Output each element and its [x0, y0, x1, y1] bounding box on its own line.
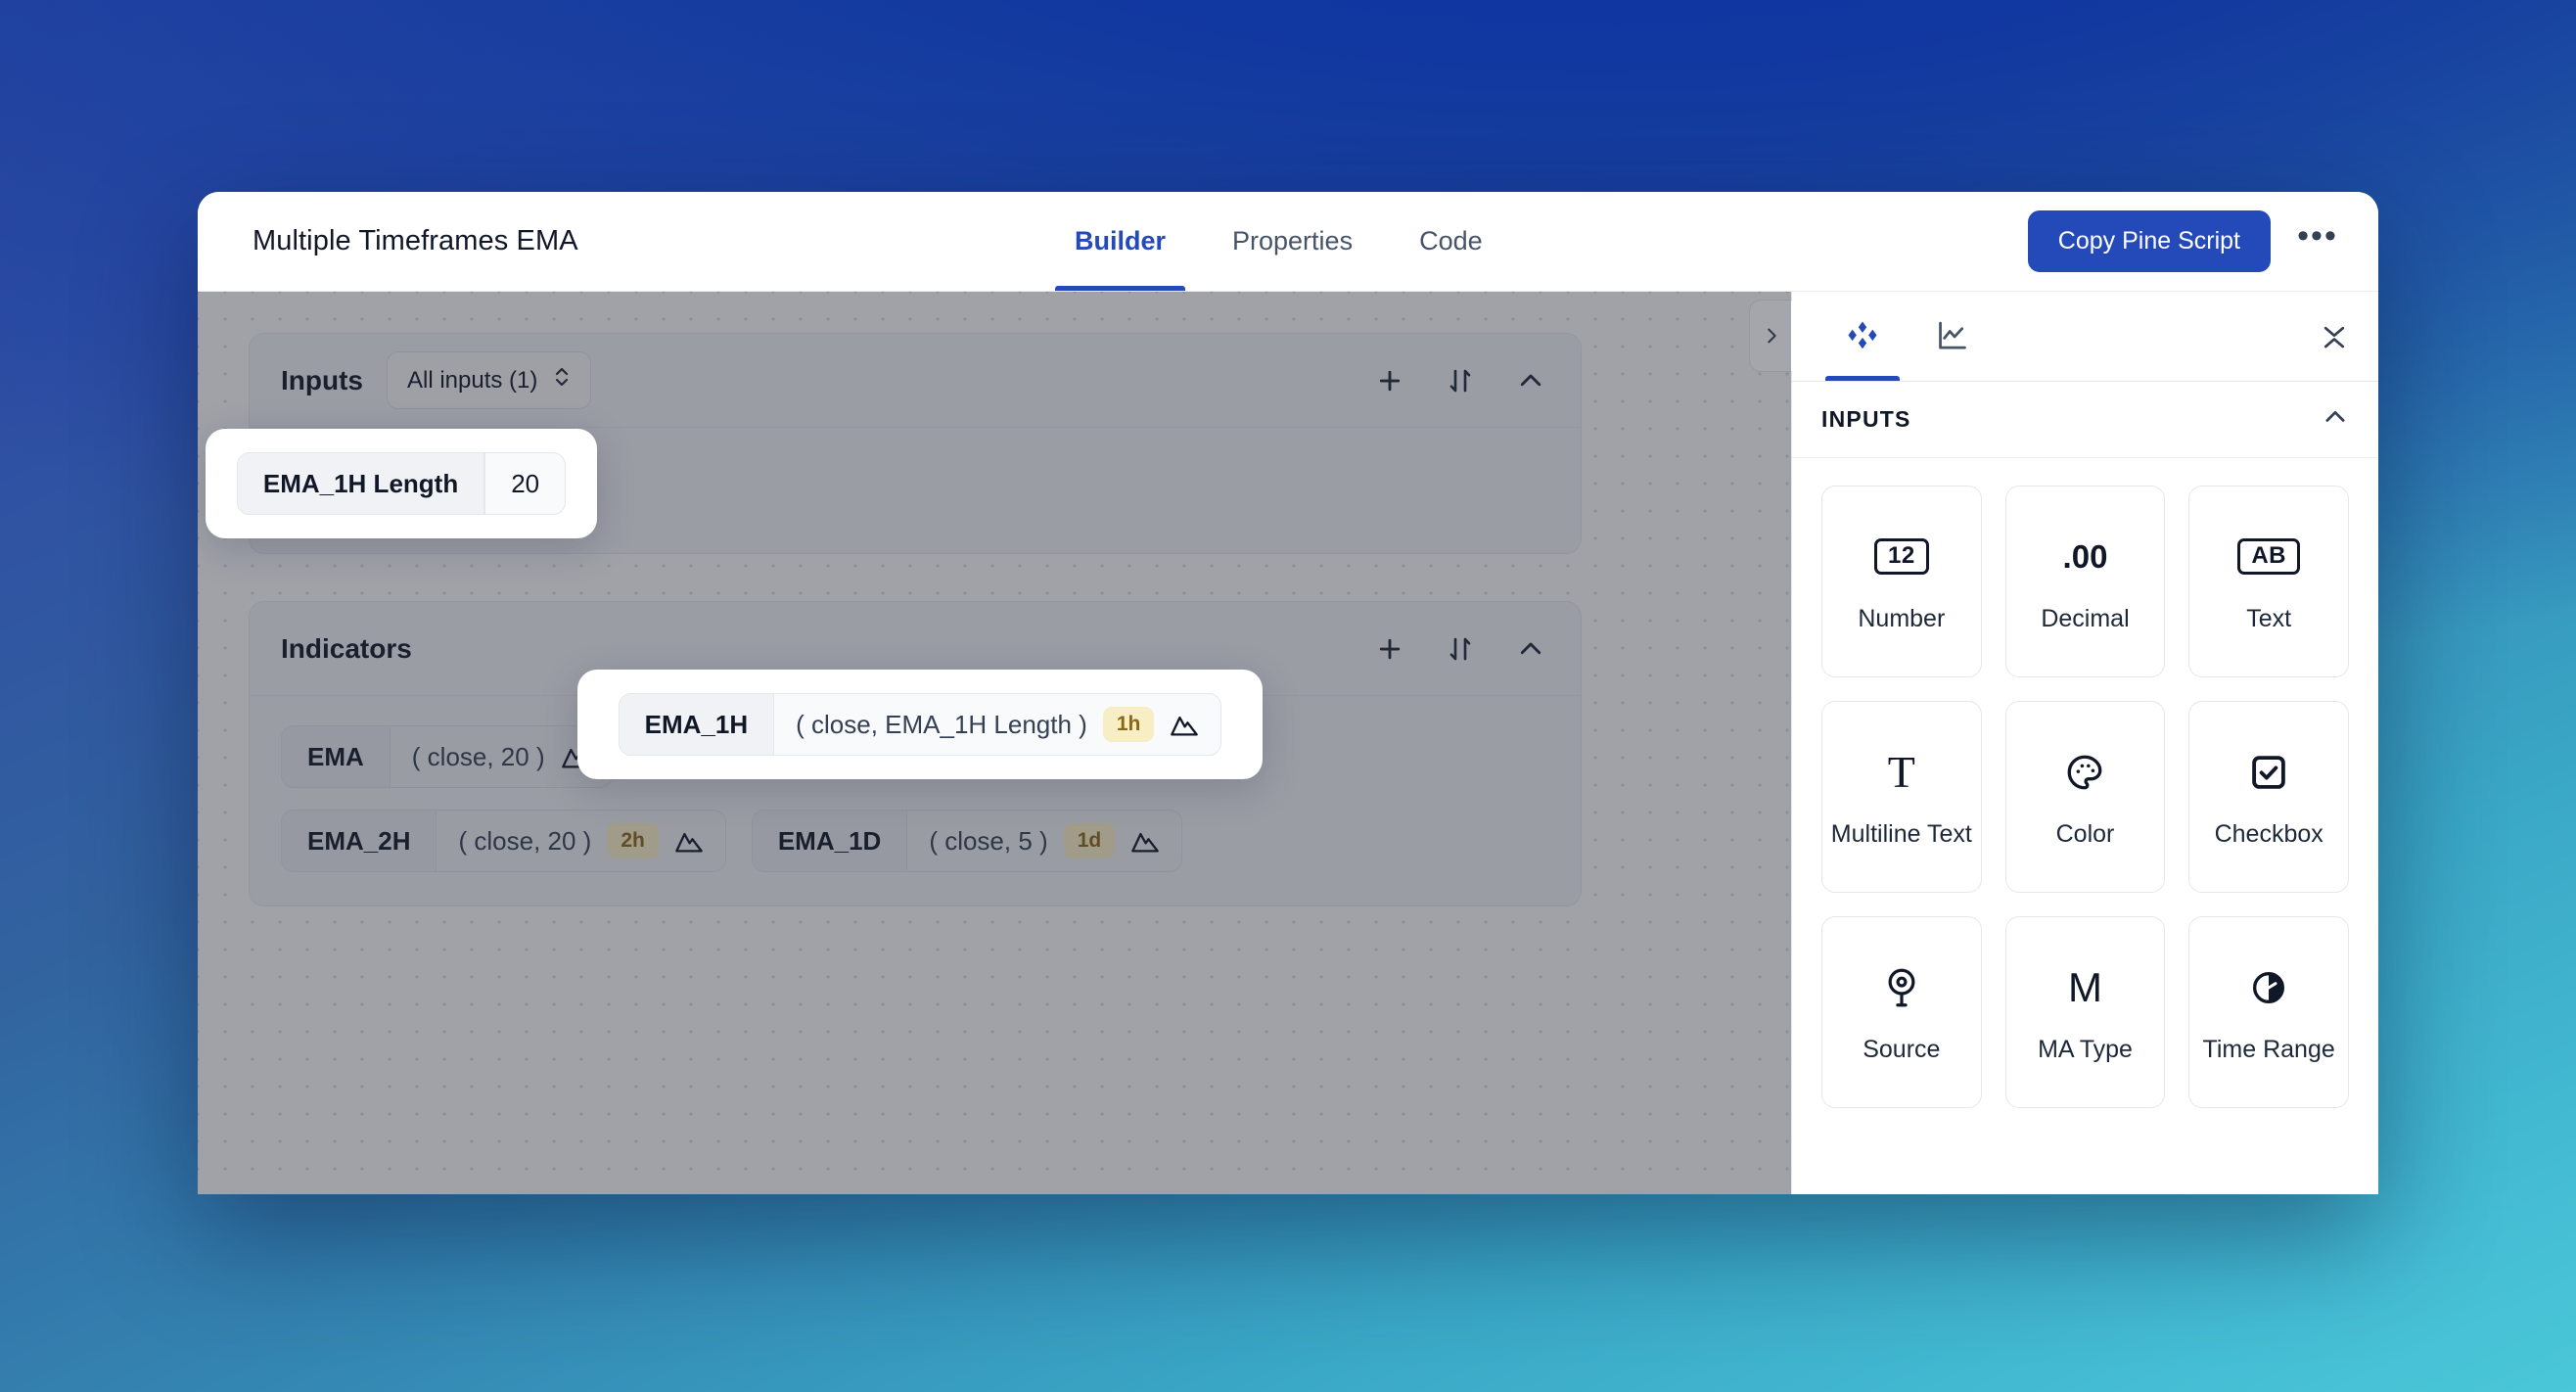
input-type-tiles: 12 Number .00 Decimal AB Text T Multiline Text C…	[1792, 458, 2378, 1194]
inputs-group-actions	[1369, 360, 1551, 401]
tile-label: Decimal	[2041, 604, 2130, 632]
input-type-tile-source[interactable]: Source	[1821, 916, 1982, 1108]
palette-icon	[2064, 745, 2105, 800]
indicators-group-actions	[1369, 628, 1551, 670]
title-bar-actions: Copy Pine Script •••	[2027, 210, 2343, 272]
indicator-chip-args: ( close, 20 ) 2h	[437, 811, 724, 871]
input-chip-value: 20	[484, 453, 565, 514]
indicator-chip[interactable]: EMA ( close, 20 )	[281, 725, 613, 788]
expand-panel-icon[interactable]	[1749, 300, 1792, 372]
indicator-chip-args-text: ( close, 20 )	[411, 741, 545, 771]
collapse-indicators-icon[interactable]	[1510, 628, 1551, 670]
indicator-chip[interactable]: EMA_1D ( close, 5 ) 1d	[751, 810, 1183, 872]
panel-section-collapse-icon[interactable]	[2322, 403, 2349, 436]
text-ab-icon: AB	[2237, 530, 2300, 584]
all-inputs-dropdown-label: All inputs (1)	[407, 366, 538, 394]
add-input-icon[interactable]	[1369, 360, 1410, 401]
right-panel: INPUTS 12 Number .00 Decimal AB Text T Multilin…	[1749, 292, 2378, 1194]
plot-mountain-icon[interactable]	[674, 828, 704, 854]
title-bar: Multiple Timeframes EMA Builder Properti…	[198, 192, 2378, 292]
collapse-all-sections-icon[interactable]	[2320, 292, 2378, 381]
indicator-chip[interactable]: EMA_2H ( close, 20 ) 2h	[281, 810, 726, 872]
main-tabs: Builder Properties Code	[1041, 192, 1516, 291]
indicator-chip-name: EMA	[282, 726, 391, 787]
input-chip-label: EMA_1H Length	[237, 453, 485, 514]
indicator-chip-name: EMA_2H	[282, 811, 437, 871]
all-inputs-dropdown[interactable]: All inputs (1)	[387, 351, 592, 409]
highlight-card-indicator: EMA_1H ( close, EMA_1H Length ) 1h	[577, 670, 1263, 779]
indicator-chip-args-text: ( close, EMA_1H Length )	[796, 709, 1087, 739]
inputs-group-header: Inputs All inputs (1)	[250, 334, 1581, 428]
panel-section-header[interactable]: INPUTS	[1792, 382, 2378, 458]
indicator-chip-args: ( close, 5 ) 1d	[907, 811, 1181, 871]
decimal-icon: .00	[2062, 538, 2108, 576]
tile-label: Color	[2055, 819, 2115, 848]
input-type-tile-decimal[interactable]: .00 Decimal	[2004, 486, 2166, 677]
input-chip-ema-1h-length[interactable]: EMA_1H Length 20	[236, 452, 567, 515]
indicator-chip-args-text: ( close, 20 )	[458, 825, 592, 856]
indicators-group-title: Indicators	[281, 632, 412, 664]
tab-code[interactable]: Code	[1386, 192, 1516, 291]
input-type-tile-multiline-text[interactable]: T Multiline Text	[1821, 701, 1982, 893]
ma-type-icon: M	[2067, 963, 2102, 1010]
timeframe-badge[interactable]: 1h	[1102, 707, 1155, 742]
panel-tab-components[interactable]	[1817, 292, 1908, 381]
panel-section-title: INPUTS	[1821, 406, 1911, 432]
input-type-tile-number[interactable]: 12 Number	[1821, 486, 1982, 677]
input-type-tile-ma-type[interactable]: M MA Type	[2004, 916, 2166, 1108]
indicator-chip-name: EMA_1D	[752, 811, 908, 871]
indicator-chip-args: ( close, EMA_1H Length ) 1h	[774, 694, 1220, 755]
tab-builder[interactable]: Builder	[1041, 192, 1199, 291]
window-body: Inputs All inputs (1) Indicators EMA (c…	[198, 292, 2378, 1194]
number-12-icon: 12	[1873, 530, 1929, 584]
timeframe-badge[interactable]: 1d	[1063, 823, 1116, 858]
input-type-tile-time-range[interactable]: Time Range	[2188, 916, 2349, 1108]
page-title: Multiple Timeframes EMA	[253, 225, 578, 256]
panel-tab-plots[interactable]	[1908, 292, 1998, 381]
sort-indicators-icon[interactable]	[1440, 628, 1481, 670]
indicator-chip-name: EMA_1H	[619, 694, 775, 755]
sort-inputs-icon[interactable]	[1440, 360, 1481, 401]
app-window: Multiple Timeframes EMA Builder Properti…	[198, 192, 2378, 1194]
indicator-chip-ema-1h[interactable]: EMA_1H ( close, EMA_1H Length ) 1h	[618, 693, 1222, 756]
input-type-tile-color[interactable]: Color	[2004, 701, 2166, 893]
tile-label: Checkbox	[2214, 819, 2323, 848]
plot-mountain-icon[interactable]	[1130, 828, 1160, 854]
plot-mountain-icon[interactable]	[1170, 712, 1199, 737]
highlight-card-input: EMA_1H Length 20	[206, 429, 597, 538]
collapse-inputs-icon[interactable]	[1510, 360, 1551, 401]
panel-tabs	[1792, 292, 2378, 382]
tile-label: MA Type	[2038, 1035, 2133, 1063]
inputs-group-title: Inputs	[281, 364, 363, 395]
tile-label: Time Range	[2202, 1035, 2335, 1063]
more-options-icon[interactable]: •••	[2292, 216, 2343, 267]
builder-canvas[interactable]: Inputs All inputs (1) Indicators EMA (c…	[198, 292, 1791, 1194]
checkbox-icon	[2248, 745, 2289, 800]
chevron-updown-icon	[553, 364, 571, 396]
multiline-text-icon: T	[1887, 746, 1915, 797]
timeframe-badge[interactable]: 2h	[607, 823, 659, 858]
input-type-tile-text[interactable]: AB Text	[2188, 486, 2349, 677]
copy-pine-script-button[interactable]: Copy Pine Script	[2027, 210, 2271, 272]
tab-properties[interactable]: Properties	[1199, 192, 1386, 291]
tile-label: Source	[1863, 1035, 1941, 1063]
tile-label: Multiline Text	[1830, 819, 1972, 848]
tile-label: Number	[1858, 604, 1946, 632]
tile-label: Text	[2246, 604, 2292, 632]
indicator-chip-args-text: ( close, 5 )	[929, 825, 1048, 856]
add-indicator-icon[interactable]	[1369, 628, 1410, 670]
time-range-icon	[2249, 960, 2288, 1015]
source-pin-icon	[1882, 960, 1921, 1015]
input-type-tile-checkbox[interactable]: Checkbox	[2188, 701, 2349, 893]
